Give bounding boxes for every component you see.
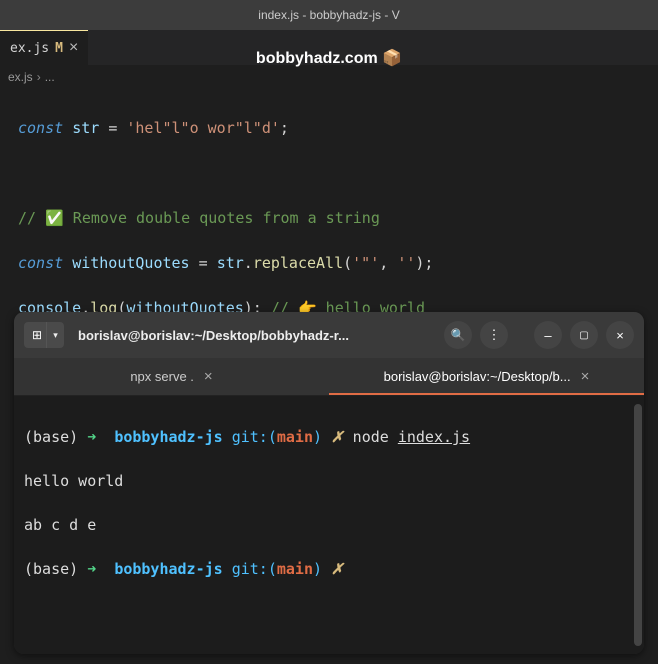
code-line: const str = 'hel"l"o wor"l"d'; (18, 117, 640, 140)
kebab-menu-icon: ⋮ (488, 327, 501, 343)
terminal-line: hello world (24, 470, 634, 492)
window-title: index.js - bobbyhadz-js - V (258, 8, 399, 22)
breadcrumb[interactable]: ex.js › ... (0, 66, 658, 88)
new-tab-dropdown[interactable]: ▾ (46, 322, 64, 348)
terminal-tab-label: borislav@borislav:~/Desktop/b... (384, 369, 571, 384)
tab-file-name: ex.js (10, 41, 49, 56)
code-line: const withoutQuotes = str.replaceAll('"'… (18, 252, 640, 275)
breadcrumb-more: ... (45, 70, 55, 84)
breadcrumb-file: ex.js (8, 70, 33, 84)
code-line: console.log(withoutQuotes); // 👉 hello w… (18, 297, 640, 313)
code-editor[interactable]: const str = 'hel"l"o wor"l"d'; // ✅ Remo… (0, 88, 658, 312)
terminal-scrollbar[interactable] (634, 404, 642, 646)
terminal-tab-shell[interactable]: borislav@borislav:~/Desktop/b... × (329, 358, 644, 395)
terminal-line: (base) ➜ bobbyhadz-js git:(main) ✗ node … (24, 426, 634, 448)
search-icon: 🔍 (451, 328, 466, 342)
terminal-body[interactable]: (base) ➜ bobbyhadz-js git:(main) ✗ node … (14, 396, 644, 654)
close-icon: × (616, 328, 624, 343)
close-icon[interactable]: × (204, 368, 213, 385)
minimize-button[interactable]: – (534, 321, 562, 349)
terminal-window: ⊞ ▾ borislav@borislav:~/Desktop/bobbyhad… (14, 312, 644, 654)
new-tab-icon: ⊞ (32, 328, 42, 342)
close-icon[interactable]: × (581, 368, 590, 385)
close-button[interactable]: × (606, 321, 634, 349)
terminal-tab-label: npx serve . (130, 369, 194, 384)
maximize-button[interactable]: ▢ (570, 321, 598, 349)
code-line: // ✅ Remove double quotes from a string (18, 207, 640, 230)
chevron-down-icon: ▾ (53, 330, 58, 341)
tab-modified-indicator: M (55, 41, 63, 56)
editor-tab-row: ex.js M × (0, 30, 658, 66)
close-icon[interactable]: × (69, 40, 78, 56)
editor-tab-index-js[interactable]: ex.js M × (0, 30, 88, 66)
terminal-title: borislav@borislav:~/Desktop/bobbyhadz-r.… (78, 328, 436, 343)
chevron-right-icon: › (37, 70, 41, 84)
menu-button[interactable]: ⋮ (480, 321, 508, 349)
window-title-bar: index.js - bobbyhadz-js - V (0, 0, 658, 30)
terminal-line: ab c d e (24, 514, 634, 536)
terminal-tab-npx-serve[interactable]: npx serve . × (14, 358, 329, 395)
terminal-line: (base) ➜ bobbyhadz-js git:(main) ✗ (24, 558, 634, 580)
maximize-icon: ▢ (579, 330, 588, 341)
search-button[interactable]: 🔍 (444, 321, 472, 349)
minimize-icon: – (544, 328, 551, 343)
terminal-tabs: npx serve . × borislav@borislav:~/Deskto… (14, 358, 644, 396)
terminal-titlebar: ⊞ ▾ borislav@borislav:~/Desktop/bobbyhad… (14, 312, 644, 358)
code-line (18, 162, 640, 185)
